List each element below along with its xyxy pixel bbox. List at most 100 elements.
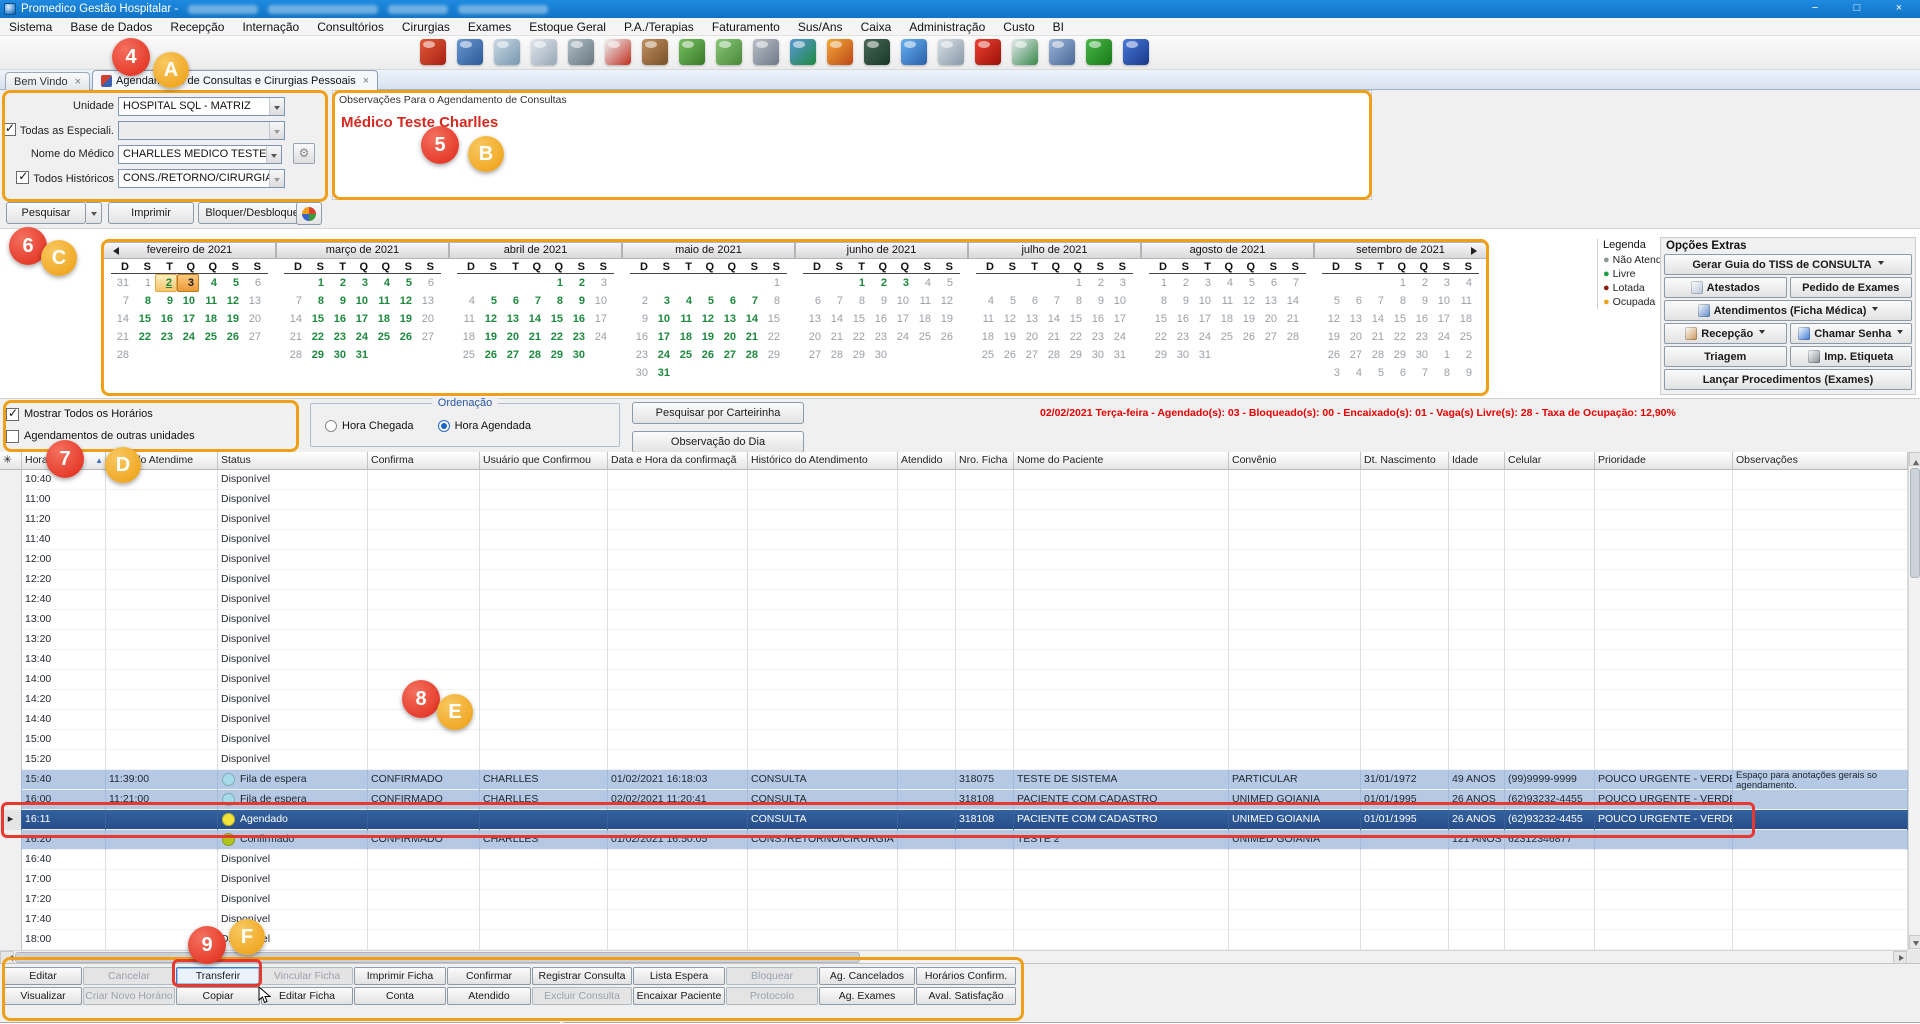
calendar-day[interactable]: 11 bbox=[372, 292, 394, 310]
calendar-day[interactable]: 18 bbox=[1215, 310, 1237, 328]
calendar-day[interactable]: 21 bbox=[523, 328, 545, 346]
calendar-day[interactable]: 13 bbox=[416, 292, 438, 310]
calendar-day[interactable]: 26 bbox=[221, 328, 243, 346]
calendar-day[interactable]: 29 bbox=[847, 346, 869, 364]
calendar-day[interactable]: 16 bbox=[328, 310, 350, 328]
billing-printer-icon[interactable] bbox=[568, 39, 594, 65]
calendar-day[interactable]: 18 bbox=[976, 328, 998, 346]
column-header-data-e-hora-da-confirmaca[interactable]: Data e Hora da confirmaçã bbox=[608, 452, 748, 470]
menu-item-exames[interactable]: Exames bbox=[459, 18, 520, 36]
column-header-prioridade[interactable]: Prioridade bbox=[1595, 452, 1733, 470]
calendar-day[interactable]: 5 bbox=[696, 292, 718, 310]
vertical-scrollbar[interactable] bbox=[1908, 452, 1920, 950]
calendar-day[interactable]: 2 bbox=[567, 274, 589, 292]
calendar-day[interactable]: 9 bbox=[567, 292, 589, 310]
calendar-day[interactable]: 16 bbox=[630, 328, 652, 346]
extra-pedido-de-exames-button[interactable]: Pedido de Exames bbox=[1790, 277, 1913, 298]
extra-atestados-button[interactable]: Atestados bbox=[1664, 277, 1787, 298]
calendar-day[interactable]: 3 bbox=[1432, 274, 1454, 292]
calendar-day[interactable]: 5 bbox=[221, 274, 243, 292]
vertical-scroll-thumb[interactable] bbox=[1910, 468, 1920, 578]
extra-lancar-procedimentos-exames-button[interactable]: Lançar Procedimentos (Exames) bbox=[1664, 369, 1912, 390]
column-header-idade[interactable]: Idade bbox=[1449, 452, 1505, 470]
extra-atendimentos-ficha-medica-button[interactable]: Atendimentos (Ficha Médica) bbox=[1664, 300, 1912, 321]
calendar-day[interactable]: 28 bbox=[1366, 346, 1388, 364]
calendar-day[interactable]: 7 bbox=[1410, 364, 1432, 382]
revenue-up-icon[interactable] bbox=[679, 39, 705, 65]
calendar-day[interactable]: 22 bbox=[545, 328, 567, 346]
calendar-day[interactable]: 3 bbox=[1322, 364, 1344, 382]
calendar-day[interactable]: 17 bbox=[652, 328, 674, 346]
table-row[interactable]: 14:00Disponível bbox=[0, 670, 1908, 690]
calendar-day[interactable]: 10 bbox=[1193, 292, 1215, 310]
calendar-day[interactable]: 14 bbox=[740, 310, 762, 328]
copiar-button[interactable]: Copiar bbox=[176, 987, 260, 1005]
especialidade-combobox[interactable] bbox=[118, 121, 285, 140]
calendar-day[interactable]: 24 bbox=[1193, 328, 1215, 346]
calendar-day[interactable]: 29 bbox=[1388, 346, 1410, 364]
calendar-day[interactable]: 19 bbox=[998, 328, 1020, 346]
invoice-icon[interactable] bbox=[1012, 39, 1038, 65]
calendar-day[interactable]: 9 bbox=[869, 292, 891, 310]
calendar-day[interactable]: 26 bbox=[1237, 328, 1259, 346]
calendar-day[interactable]: 7 bbox=[825, 292, 847, 310]
calendar-day[interactable]: 13 bbox=[1259, 292, 1281, 310]
calendar-prev-icon[interactable] bbox=[109, 247, 119, 255]
calendar-day[interactable]: 22 bbox=[762, 328, 784, 346]
menu-item-sistema[interactable]: Sistema bbox=[0, 18, 61, 36]
calendar-day[interactable]: 4 bbox=[913, 274, 935, 292]
calendar-day[interactable]: 31 bbox=[1108, 346, 1130, 364]
calendar-day[interactable]: 25 bbox=[913, 328, 935, 346]
calendar-day[interactable]: 27 bbox=[718, 346, 740, 364]
calendar-day[interactable]: 4 bbox=[976, 292, 998, 310]
column-header-observacoes[interactable]: Observações bbox=[1733, 452, 1908, 470]
ambulance-icon[interactable] bbox=[605, 39, 631, 65]
calendar-day[interactable]: 26 bbox=[935, 328, 957, 346]
aval-satisfacao-button[interactable]: Aval. Satisfação bbox=[916, 987, 1016, 1005]
pesquisar-dropdown-icon[interactable] bbox=[86, 202, 102, 224]
calendar-day[interactable]: 7 bbox=[1366, 292, 1388, 310]
calendar-day[interactable]: 29 bbox=[1064, 346, 1086, 364]
calendar-day[interactable]: 22 bbox=[133, 328, 155, 346]
calendar-day[interactable]: 23 bbox=[1171, 328, 1193, 346]
calendar-day[interactable]: 3 bbox=[589, 274, 611, 292]
calendar-day[interactable]: 23 bbox=[328, 328, 350, 346]
calendar-day[interactable]: 7 bbox=[284, 292, 306, 310]
calendar-day[interactable]: 24 bbox=[350, 328, 372, 346]
calendar-day[interactable]: 17 bbox=[350, 310, 372, 328]
calendar-day[interactable]: 2 bbox=[869, 274, 891, 292]
calendar-day[interactable]: 4 bbox=[457, 292, 479, 310]
chevron-down-icon[interactable] bbox=[269, 98, 284, 115]
tab-bem-vindo[interactable]: Bem Vindo× bbox=[5, 72, 90, 90]
color-wheel-button[interactable] bbox=[296, 202, 322, 225]
column-header-convenio[interactable]: Convênio bbox=[1229, 452, 1361, 470]
power-icon[interactable] bbox=[975, 39, 1001, 65]
calendar-day[interactable]: 17 bbox=[589, 310, 611, 328]
table-row[interactable]: 11:40Disponível bbox=[0, 530, 1908, 550]
calendar-day[interactable]: 18 bbox=[372, 310, 394, 328]
calendar-day[interactable]: 24 bbox=[177, 328, 199, 346]
calendar-day[interactable]: 21 bbox=[1366, 328, 1388, 346]
menu-item-custo[interactable]: Custo bbox=[994, 18, 1043, 36]
calendar-day[interactable]: 2 bbox=[1454, 346, 1476, 364]
calendar-day[interactable]: 9 bbox=[155, 292, 177, 310]
calendar-day[interactable]: 2 bbox=[630, 292, 652, 310]
calendar-day[interactable]: 24 bbox=[1432, 328, 1454, 346]
calendar-day[interactable]: 2 bbox=[328, 274, 350, 292]
table-row[interactable]: 16:0011:21:00Fila de esperaCONFIRMADOCHA… bbox=[0, 790, 1908, 810]
calendar-day[interactable]: 7 bbox=[1281, 274, 1303, 292]
calendar-day[interactable]: 2 bbox=[155, 274, 177, 292]
calendar-day[interactable]: 19 bbox=[696, 328, 718, 346]
extra-chamar-senha-button[interactable]: Chamar Senha bbox=[1790, 323, 1913, 344]
supplies-icon[interactable] bbox=[642, 39, 668, 65]
table-row[interactable]: 14:20Disponível bbox=[0, 690, 1908, 710]
calendar-day[interactable]: 15 bbox=[545, 310, 567, 328]
menu-item-administracao[interactable]: Administração bbox=[900, 18, 994, 36]
calendar-day[interactable]: 14 bbox=[1366, 310, 1388, 328]
calendar-day[interactable]: 2 bbox=[1410, 274, 1432, 292]
calendar-day[interactable]: 23 bbox=[567, 328, 589, 346]
calendar-day[interactable]: 26 bbox=[394, 328, 416, 346]
calendar-day[interactable]: 11 bbox=[913, 292, 935, 310]
table-row[interactable]: 11:20Disponível bbox=[0, 510, 1908, 530]
calendar-day[interactable]: 6 bbox=[1259, 274, 1281, 292]
